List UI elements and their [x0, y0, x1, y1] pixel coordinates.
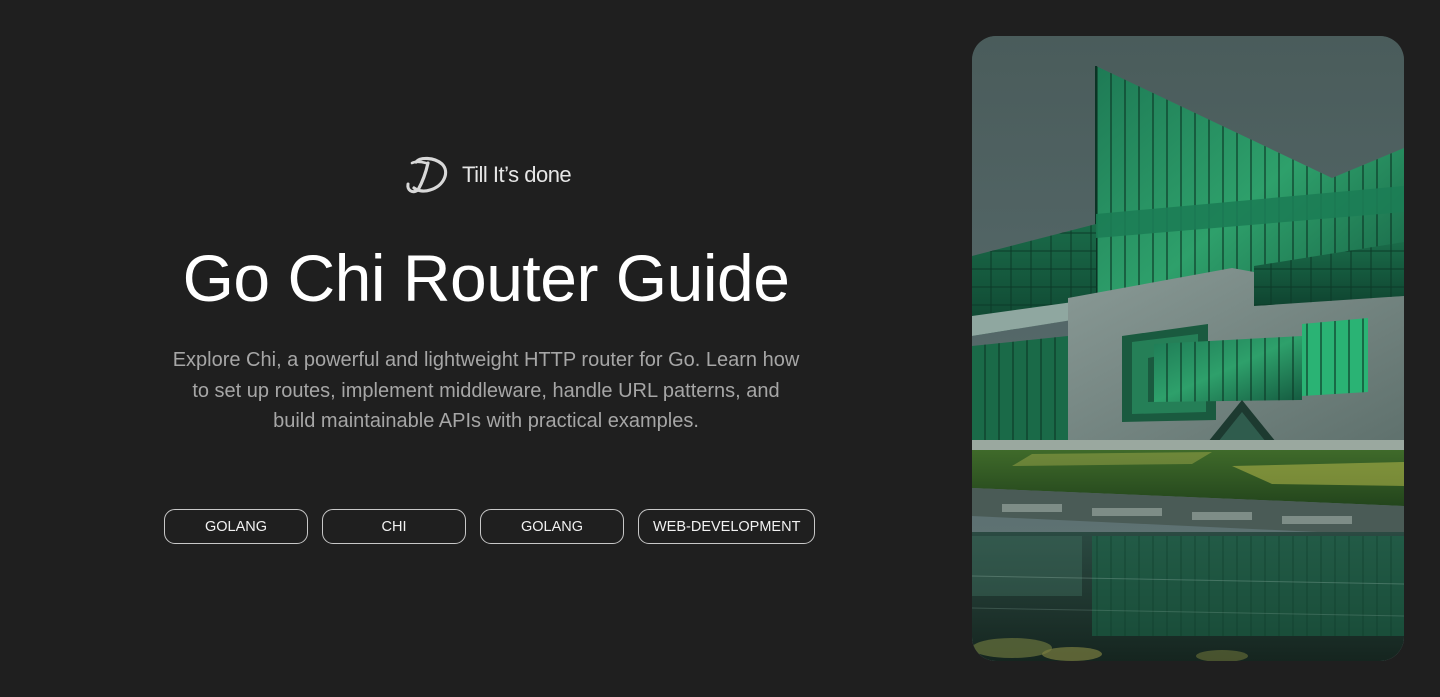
hero-content: Till It’s done Go Chi Router Guide Explo…: [0, 0, 972, 697]
architecture-illustration: [972, 36, 1404, 661]
brand[interactable]: Till It’s done: [404, 154, 572, 196]
page-title: Go Chi Router Guide: [182, 241, 790, 315]
tag-chi[interactable]: CHI: [322, 509, 466, 544]
page-description: Explore Chi, a powerful and lightweight …: [172, 349, 800, 432]
brand-name: Till It’s done: [462, 162, 572, 187]
tag-golang-2[interactable]: GOLANG: [480, 509, 624, 544]
tag-golang[interactable]: GOLANG: [164, 509, 308, 544]
tag-web-development[interactable]: WEB-DEVELOPMENT: [638, 509, 816, 544]
signature-logo-icon: [406, 156, 448, 194]
page: Till It’s done Go Chi Router Guide Explo…: [0, 0, 1440, 697]
tag-list: GOLANG CHI GOLANG WEB-DEVELOPMENT: [164, 509, 816, 544]
hero-image: [972, 36, 1404, 661]
